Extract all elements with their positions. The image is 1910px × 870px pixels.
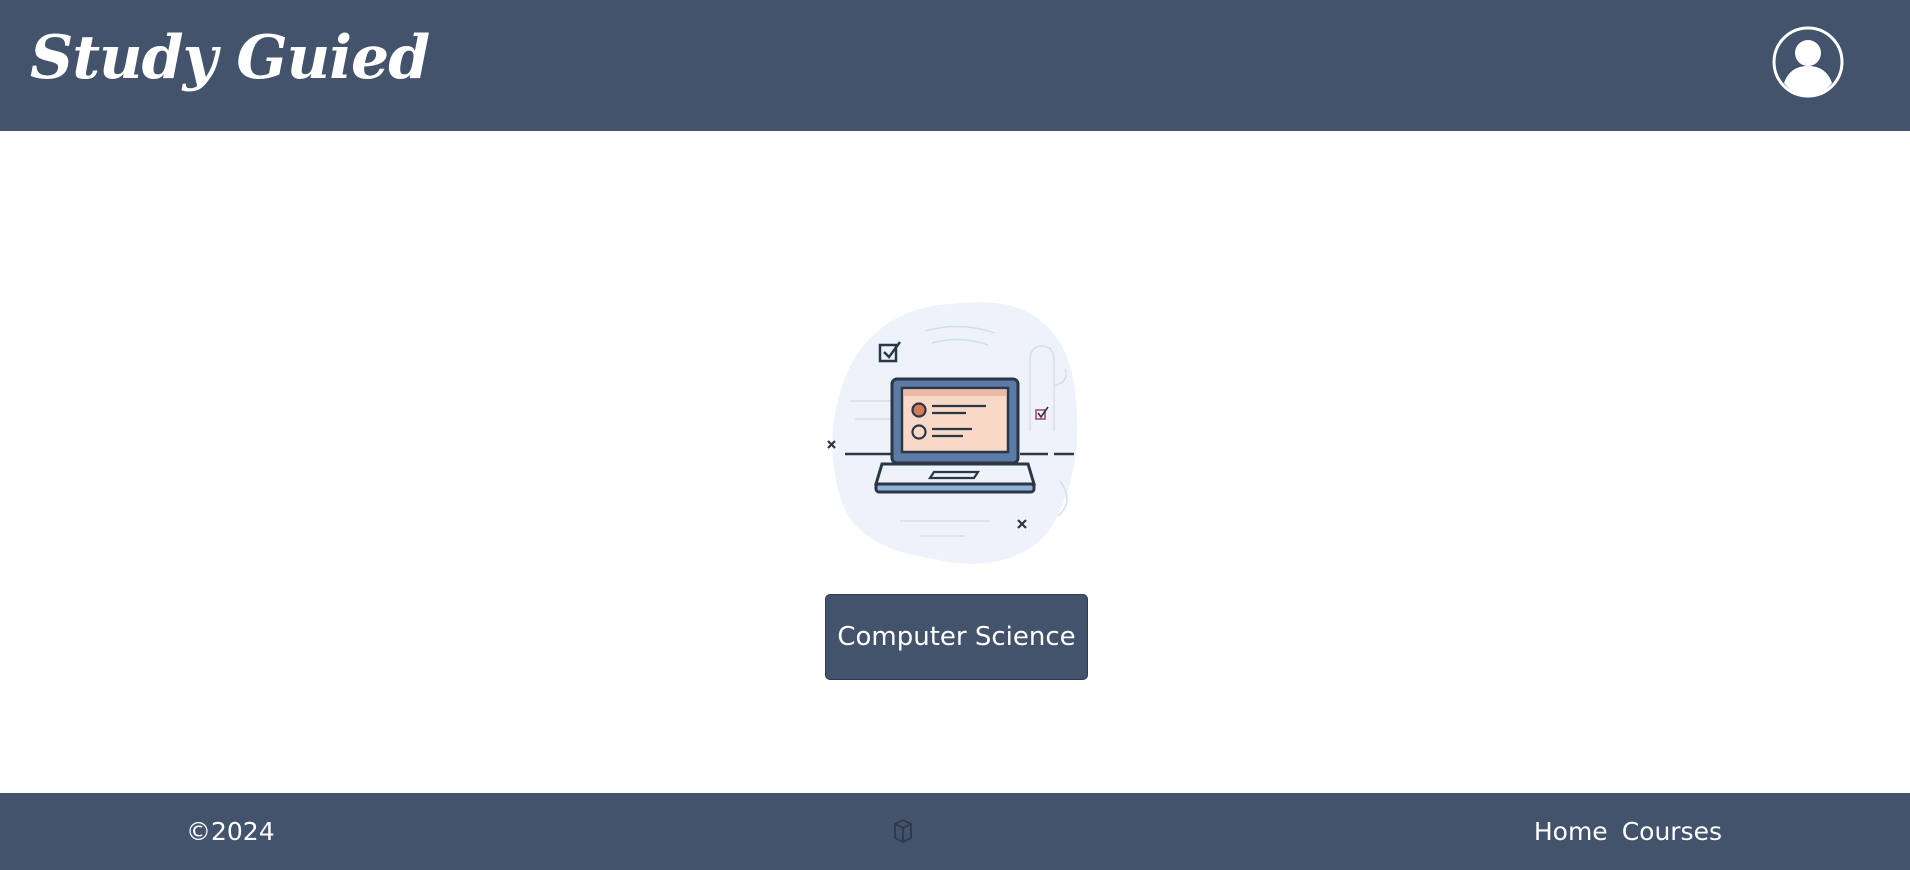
site-footer: ©2024 Home Courses <box>0 793 1910 870</box>
user-profile-icon[interactable] <box>1771 25 1845 99</box>
laptop-checklist-illustration <box>827 302 1078 564</box>
footer-link-courses[interactable]: Courses <box>1622 817 1722 847</box>
copyright-text: ©2024 <box>186 817 275 846</box>
main-content: Computer Science <box>0 131 1910 793</box>
computer-science-course-button[interactable]: Computer Science <box>825 594 1088 680</box>
footer-nav: Home Courses <box>1534 817 1722 847</box>
site-logo[interactable]: Study Guied <box>30 18 430 98</box>
site-header: Study Guied <box>0 0 1910 131</box>
footer-link-home[interactable]: Home <box>1534 817 1608 847</box>
cube-icon <box>894 818 912 844</box>
